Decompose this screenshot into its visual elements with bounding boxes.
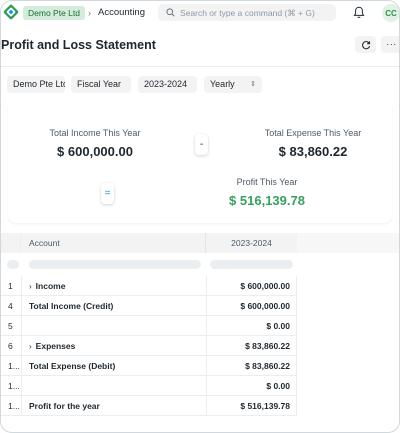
erpnext-logo-icon[interactable] [3, 4, 19, 20]
app-window: Demo Pte Ltd › Accounting CC Profit and … [0, 0, 400, 433]
account-name: Expenses [35, 341, 76, 351]
filter-placeholder[interactable] [29, 260, 201, 269]
notification-bell-icon[interactable] [353, 6, 365, 19]
account-cell: Total Expense (Debit) [29, 361, 116, 371]
amount-cell: $ 83,860.22 [206, 336, 297, 356]
table-row[interactable]: 4 Total Income (Credit) $ 600,000.00 [1, 296, 297, 316]
chevron-right-icon[interactable]: › [29, 337, 32, 357]
row-number: 1 [1, 276, 22, 296]
navbar: Demo Pte Ltd › Accounting CC [1, 1, 399, 25]
row-number: 4 [1, 296, 22, 316]
amount-cell: $ 600,000.00 [206, 276, 297, 296]
account-cell [29, 316, 205, 336]
account-cell[interactable]: › Income [29, 276, 205, 296]
profit-value: $ 516,139.78 [229, 193, 305, 208]
amount-cell: $ 83,860.22 [206, 356, 297, 376]
row-number-header [1, 233, 21, 253]
periodicity-value: Yearly [210, 79, 235, 89]
minus-operator: - [195, 134, 208, 155]
row-number: 5 [1, 316, 22, 336]
page-title: Profit and Loss Statement [1, 38, 156, 52]
row-number: 6 [1, 336, 22, 356]
table-row[interactable]: 1... $ 0.00 [1, 376, 297, 396]
company-filter[interactable]: Demo Pte Ltd [7, 76, 65, 93]
table-header: Account 2023-2024 [1, 233, 297, 253]
equals-operator: = [101, 183, 114, 204]
total-expense-value: $ 83,860.22 [278, 144, 348, 159]
header-divider [1, 66, 399, 67]
table-row[interactable]: 1... Total Expense (Debit) $ 83,860.22 [1, 356, 297, 376]
search-input[interactable] [180, 7, 330, 18]
amount-cell: $ 0.00 [206, 316, 297, 336]
amount-cell: $ 600,000.00 [206, 296, 297, 316]
search-icon [166, 8, 175, 17]
row-number: 1... [1, 376, 22, 396]
account-name: Income [35, 281, 66, 291]
company-badge[interactable]: Demo Pte Ltd [23, 6, 85, 20]
total-expense-label: Total Expense This Year [264, 128, 362, 138]
profit-label: Profit This Year [236, 177, 298, 187]
table-row[interactable]: 6 › Expenses $ 83,860.22 [1, 336, 297, 356]
periodicity-select[interactable]: Yearly ⇕ [204, 76, 262, 93]
table-row[interactable]: 1 › Income $ 600,000.00 [1, 276, 297, 296]
account-cell: Profit for the year [29, 401, 100, 411]
amount-cell: $ 516,139.78 [206, 396, 297, 416]
filter-row [1, 256, 297, 274]
more-options-button[interactable]: ··· [381, 36, 399, 53]
refresh-button[interactable] [355, 36, 376, 53]
breadcrumb-accounting[interactable]: Accounting [98, 6, 145, 20]
filter-placeholder[interactable] [210, 260, 293, 269]
filter-placeholder[interactable] [7, 260, 19, 269]
period-column-header[interactable]: 2023-2024 [206, 233, 297, 253]
table-row[interactable]: 1... Profit for the year $ 516,139.78 [1, 396, 297, 416]
account-cell: Total Income (Credit) [29, 301, 114, 311]
table-row[interactable]: 5 $ 0.00 [1, 316, 297, 336]
refresh-icon [361, 40, 370, 49]
account-cell [29, 376, 205, 396]
summary-card: Total Income This Year $ 600,000.00 - To… [8, 101, 392, 223]
account-column-header[interactable]: Account [29, 233, 60, 253]
header-filler [297, 233, 399, 253]
amount-cell: $ 0.00 [206, 376, 297, 396]
fiscal-year-filter[interactable]: 2023-2024 [138, 76, 197, 93]
account-cell[interactable]: › Expenses [29, 336, 205, 356]
total-income-label: Total Income This Year [49, 128, 141, 138]
row-number: 1... [1, 356, 22, 376]
filter-based-on[interactable]: Fiscal Year [71, 76, 131, 93]
search-bar[interactable] [158, 4, 336, 21]
chevron-right-icon[interactable]: › [29, 277, 32, 297]
row-number: 1... [1, 396, 22, 416]
total-income-value: $ 600,000.00 [57, 144, 133, 159]
select-caret-icon: ⇕ [250, 81, 256, 88]
user-avatar[interactable]: CC [382, 4, 399, 22]
breadcrumb-chevron-icon: › [88, 8, 91, 18]
